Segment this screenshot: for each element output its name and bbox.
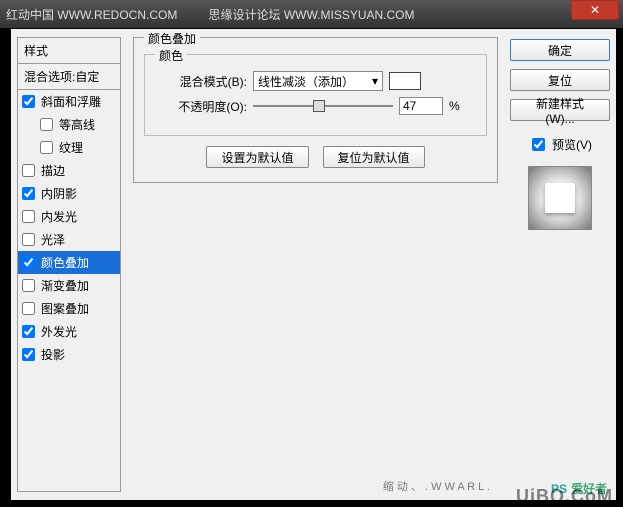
preview-label: 预览(V)	[552, 136, 592, 153]
style-item-label: 图案叠加	[41, 300, 89, 317]
style-item-label: 描边	[41, 162, 65, 179]
color-swatch[interactable]	[389, 72, 421, 90]
preview-checkbox[interactable]	[532, 138, 545, 151]
opacity-label: 不透明度(O):	[157, 98, 247, 115]
close-icon: ✕	[590, 3, 600, 17]
style-item-纹理[interactable]: 纹理	[18, 136, 120, 159]
hint-bar: 缩 动 、 . W W A R L .	[383, 478, 490, 494]
opacity-unit: %	[449, 99, 460, 113]
make-default-button[interactable]: 设置为默认值	[206, 146, 308, 168]
style-item-内发光[interactable]: 内发光	[18, 205, 120, 228]
main-panel: 颜色叠加 颜色 混合模式(B): 线性减淡（添加） ▾ 不透明度(O):	[127, 29, 504, 500]
blend-mode-value: 线性减淡（添加）	[258, 73, 354, 90]
style-item-checkbox[interactable]	[22, 95, 35, 108]
style-item-渐变叠加[interactable]: 渐变叠加	[18, 274, 120, 297]
style-item-label: 投影	[41, 346, 65, 363]
right-column: 确定 复位 新建样式(W)... 预览(V)	[504, 29, 616, 500]
style-item-label: 内阴影	[41, 185, 77, 202]
style-item-label: 内发光	[41, 208, 77, 225]
style-item-光泽[interactable]: 光泽	[18, 228, 120, 251]
styles-column: 样式 混合选项:自定 斜面和浮雕等高线纹理描边内阴影内发光光泽颜色叠加渐变叠加图…	[17, 37, 121, 492]
default-buttons-row: 设置为默认值 复位为默认值	[144, 146, 487, 168]
blend-mode-row: 混合模式(B): 线性减淡（添加） ▾	[157, 71, 474, 91]
style-item-颜色叠加[interactable]: 颜色叠加	[18, 251, 120, 274]
style-item-label: 渐变叠加	[41, 277, 89, 294]
style-item-label: 光泽	[41, 231, 65, 248]
color-subtitle: 颜色	[155, 47, 187, 64]
style-item-checkbox[interactable]	[40, 118, 53, 131]
style-item-图案叠加[interactable]: 图案叠加	[18, 297, 120, 320]
opacity-row: 不透明度(O): 47 %	[157, 97, 474, 115]
style-item-checkbox[interactable]	[22, 210, 35, 223]
style-item-checkbox[interactable]	[22, 279, 35, 292]
blend-options-row[interactable]: 混合选项:自定	[18, 64, 120, 90]
color-overlay-group: 颜色叠加 颜色 混合模式(B): 线性减淡（添加） ▾ 不透明度(O):	[133, 37, 498, 183]
watermark-uibq: UiBQ.CoM	[516, 486, 613, 507]
blend-mode-label: 混合模式(B):	[157, 73, 247, 90]
title-bar: 红动中国 WWW.REDOCN.COM 思缘设计论坛 WWW.MISSYUAN.…	[0, 0, 623, 28]
style-item-checkbox[interactable]	[22, 187, 35, 200]
preview-checkbox-row[interactable]: 预览(V)	[528, 135, 592, 154]
color-fieldset: 颜色 混合模式(B): 线性减淡（添加） ▾ 不透明度(O): 47	[144, 54, 487, 136]
new-style-button[interactable]: 新建样式(W)...	[510, 99, 610, 121]
style-item-外发光[interactable]: 外发光	[18, 320, 120, 343]
style-item-label: 外发光	[41, 323, 77, 340]
style-item-checkbox[interactable]	[40, 141, 53, 154]
slider-thumb[interactable]	[313, 100, 325, 112]
preview-thumbnail	[528, 166, 592, 230]
style-item-checkbox[interactable]	[22, 233, 35, 246]
style-item-checkbox[interactable]	[22, 302, 35, 315]
ok-button[interactable]: 确定	[510, 39, 610, 61]
styles-header: 样式	[18, 38, 120, 64]
opacity-value: 47	[403, 99, 416, 113]
close-button[interactable]: ✕	[571, 0, 619, 20]
style-item-checkbox[interactable]	[22, 164, 35, 177]
group-title: 颜色叠加	[144, 30, 200, 47]
style-item-描边[interactable]: 描边	[18, 159, 120, 182]
opacity-input[interactable]: 47	[399, 97, 443, 115]
style-item-label: 纹理	[59, 139, 83, 156]
style-item-label: 颜色叠加	[41, 254, 89, 271]
style-item-等高线[interactable]: 等高线	[18, 113, 120, 136]
style-item-投影[interactable]: 投影	[18, 343, 120, 366]
preview-inner	[545, 183, 575, 213]
style-item-checkbox[interactable]	[22, 348, 35, 361]
style-item-checkbox[interactable]	[22, 325, 35, 338]
style-item-斜面和浮雕[interactable]: 斜面和浮雕	[18, 90, 120, 113]
opacity-slider[interactable]	[253, 99, 393, 113]
style-item-label: 斜面和浮雕	[41, 93, 101, 110]
reset-default-button[interactable]: 复位为默认值	[323, 146, 425, 168]
reset-button[interactable]: 复位	[510, 69, 610, 91]
titlebar-center-text: 思缘设计论坛 WWW.MISSYUAN.COM	[209, 6, 415, 23]
style-item-内阴影[interactable]: 内阴影	[18, 182, 120, 205]
chevron-down-icon: ▾	[372, 74, 378, 88]
layer-style-dialog: 样式 混合选项:自定 斜面和浮雕等高线纹理描边内阴影内发光光泽颜色叠加渐变叠加图…	[10, 28, 617, 501]
blend-mode-select[interactable]: 线性减淡（添加） ▾	[253, 71, 383, 91]
style-item-checkbox[interactable]	[22, 256, 35, 269]
style-item-label: 等高线	[59, 116, 95, 133]
styles-list: 斜面和浮雕等高线纹理描边内阴影内发光光泽颜色叠加渐变叠加图案叠加外发光投影	[18, 90, 120, 491]
